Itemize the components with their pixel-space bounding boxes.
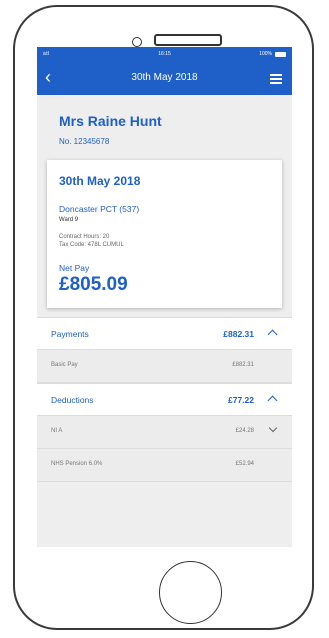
list-item[interactable]: NI A £24.28 [37,416,292,449]
nav-bar: ‹ 30th May 2018 [37,61,292,95]
contract-hours: Contract Hours: 20 [59,234,110,240]
employer-name: Doncaster PCT (537) [59,204,140,214]
battery-icon [275,51,286,57]
deductions-title: Deductions [51,395,94,405]
payments-total: £882.31 [223,329,254,339]
deductions-total: £77.22 [228,395,254,405]
net-pay-value: £805.09 [59,274,128,295]
payments-title: Payments [51,329,89,339]
chevron-up-icon[interactable] [267,329,278,340]
battery-indicator: 100% [259,51,286,57]
nav-title: 30th May 2018 [131,72,198,83]
status-bar: atl 16:15 100% [37,47,292,61]
line-item-label: Basic Pay [51,362,78,368]
payslip-card: 30th May 2018 Doncaster PCT (537) Ward 9… [47,160,282,308]
line-item-amount: £24.28 [235,428,254,434]
payslip-date: 30th May 2018 [59,174,141,188]
status-time: 16:15 [158,51,171,57]
list-item: NHS Pension 6.0% £52.94 [37,449,292,482]
line-item-label: NHS Pension 6.0% [51,461,103,467]
line-item-amount: £882.31 [232,362,254,368]
battery-percent: 100% [259,51,272,57]
employee-name: Mrs Raine Hunt [59,113,162,129]
hamburger-menu-icon[interactable] [270,74,282,84]
line-item-amount: £52.94 [235,461,254,467]
net-pay-label: Net Pay [59,263,90,273]
employee-number: No. 12345678 [59,137,110,146]
chevron-down-icon[interactable] [268,423,278,433]
payments-section-header[interactable]: Payments £882.31 [37,317,292,350]
list-item: Basic Pay £882.31 [37,350,292,383]
tax-code: Tax Code: 478L CUMUL [59,242,124,248]
deductions-section-header[interactable]: Deductions £77.22 [37,383,292,416]
camera-icon [132,37,142,47]
line-item-label: NI A [51,428,63,434]
speaker-grille [154,34,222,46]
app-screen: atl 16:15 100% ‹ 30th May 2018 Mrs Raine… [37,47,292,547]
chevron-up-icon[interactable] [267,395,278,406]
home-button[interactable] [159,561,222,624]
ward-name: Ward 9 [59,217,79,223]
